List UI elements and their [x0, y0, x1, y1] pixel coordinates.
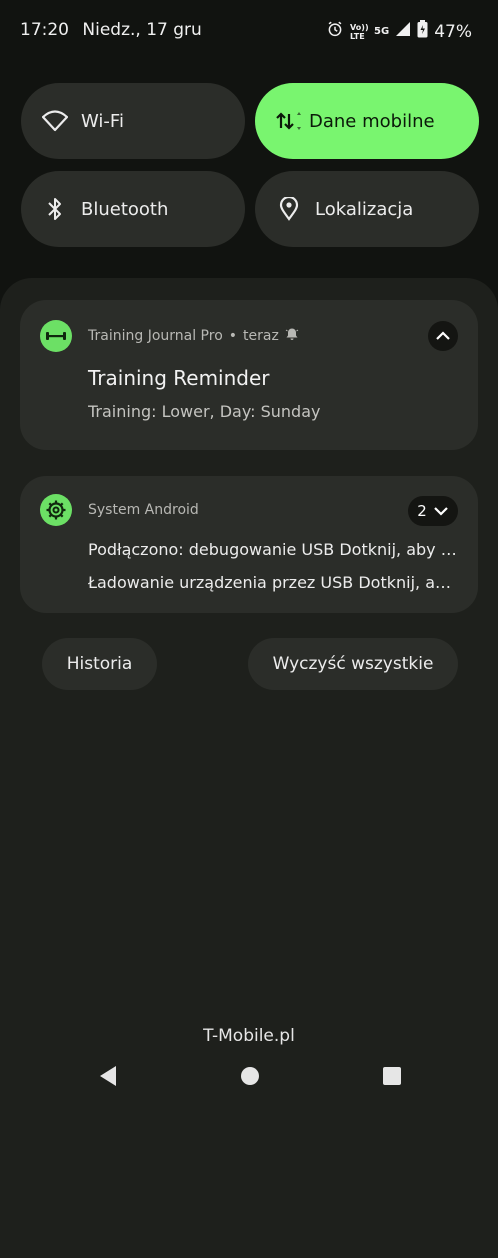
notification-count: 2 — [417, 502, 427, 520]
tile-wifi[interactable]: Wi-Fi — [21, 83, 245, 159]
status-time: 17:20 — [20, 20, 69, 40]
tile-mobile-data[interactable]: Dane mobilne — [255, 83, 479, 159]
notification-system[interactable]: System Android 2 Podłączono: debugowanie… — [20, 476, 478, 613]
clear-all-button[interactable]: Wyczyść wszystkie — [248, 638, 458, 690]
tile-bluetooth[interactable]: Bluetooth — [21, 171, 245, 247]
app-name: System Android — [88, 502, 199, 518]
recents-button[interactable] — [380, 1066, 404, 1090]
app-name: Training Journal Pro — [88, 328, 223, 344]
notification-time: teraz — [243, 328, 279, 344]
tile-label: Dane mobilne — [309, 110, 435, 132]
home-button[interactable] — [238, 1066, 262, 1090]
status-bar: 17:20 Niedz., 17 gru Vo)) LTE 5G 47% — [0, 0, 498, 64]
status-right: Vo)) LTE 5G 47% — [326, 20, 472, 43]
notification-line: Podłączono: debugowanie USB Dotknij, aby… — [88, 540, 460, 559]
carrier-label: T-Mobile.pl — [203, 1026, 295, 1046]
tile-label: Bluetooth — [81, 198, 169, 220]
back-icon — [98, 1065, 118, 1091]
separator-dot: • — [228, 328, 238, 344]
expand-button[interactable]: 2 — [408, 496, 458, 526]
status-left: 17:20 Niedz., 17 gru — [20, 20, 210, 40]
notification-header: System Android — [88, 502, 199, 518]
collapse-button[interactable] — [428, 321, 458, 351]
mobile-data-icon — [275, 107, 303, 135]
history-button[interactable]: Historia — [42, 638, 157, 690]
wifi-icon — [41, 107, 69, 135]
chevron-up-icon — [435, 327, 451, 345]
notification-training[interactable]: Training Journal Pro • teraz Training Re… — [20, 300, 478, 450]
alert-bell-icon — [285, 327, 299, 345]
tile-label: Lokalizacja — [315, 198, 414, 220]
notification-text: Training: Lower, Day: Sunday — [88, 402, 321, 421]
notification-header: Training Journal Pro • teraz — [88, 327, 299, 345]
chevron-down-icon — [433, 502, 449, 520]
battery-percent: 47% — [434, 21, 472, 42]
tile-location[interactable]: Lokalizacja — [255, 171, 479, 247]
tile-label: Wi-Fi — [81, 110, 124, 132]
recents-icon — [382, 1066, 402, 1090]
home-icon — [240, 1066, 260, 1090]
status-date: Niedz., 17 gru — [82, 20, 202, 40]
notification-title: Training Reminder — [88, 366, 270, 390]
alarm-icon — [326, 20, 344, 43]
battery-icon — [417, 20, 428, 43]
network-type: 5G — [374, 25, 390, 37]
volte-icon: Vo)) LTE — [350, 22, 369, 41]
signal-icon — [395, 21, 411, 42]
bluetooth-icon — [41, 195, 69, 223]
location-icon — [275, 195, 303, 223]
back-button[interactable] — [96, 1066, 120, 1090]
dumbbell-icon — [40, 320, 72, 352]
gear-icon — [40, 494, 72, 526]
notification-line: Ładowanie urządzenia przez USB Dotknij, … — [88, 573, 460, 592]
